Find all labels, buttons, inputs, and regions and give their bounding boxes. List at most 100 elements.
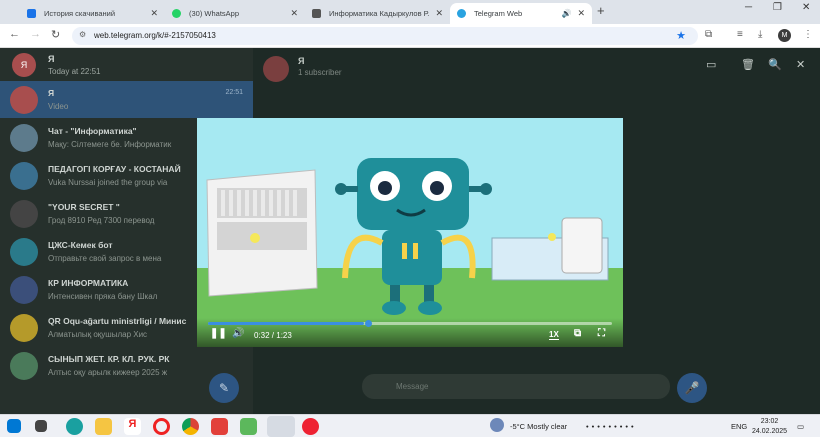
chat-name: QR Oqu-ağartu ministrligi / Минис [48,316,187,326]
video-time: 0:32 / 1:23 [254,331,292,340]
forward-icon[interactable]: → [30,28,41,40]
close-tab-icon[interactable]: ✕ [290,8,298,19]
chat-avatar [10,238,38,266]
mic-button[interactable]: 🎤 [677,373,707,403]
yandex-icon[interactable]: Я [124,418,141,435]
notifications-icon[interactable]: ▭ [797,422,804,431]
chat-preview: Video [48,102,69,111]
delete-icon[interactable]: 🗑 [741,58,755,71]
tab-whatsapp[interactable]: (30) WhatsApp ✕ [165,3,305,24]
chat-preview: Интенсивен пряка бану Шкал [48,292,158,301]
tab-title: (30) WhatsApp [189,9,240,18]
start-icon[interactable] [7,419,21,433]
chat-avatar [10,124,38,152]
chat-name: ЦЖС-Кемек бот [48,240,113,250]
chat-preview: Грод 8910 Ред 7300 перевод [48,216,155,225]
duration: 1:23 [276,331,292,340]
avatar: Я [12,53,36,77]
yandex-browser-icon[interactable] [302,418,319,435]
reload-icon[interactable]: ↻ [51,28,60,41]
chat-name: СЫНЫП ЖЕТ. КР. КЛ. РУК. РК [48,354,170,364]
message-placeholder: Message [396,382,429,391]
zoom-icon[interactable]: 🔍 [768,58,782,71]
minimize-button[interactable]: ─ [745,2,752,13]
language-indicator[interactable]: ENG [731,422,747,431]
tab-bar: История скачиваний ✕ (30) WhatsApp ✕ Инфор… [0,0,820,24]
chat-preview: Алматылық оқушылар Хис [48,330,148,339]
chat-avatar [10,86,38,114]
chat-title-avatar [263,56,289,82]
close-tab-icon[interactable]: ✕ [577,8,585,19]
windows-taskbar: Я -5°C Mostly clear ••••••••• ENG 23:02 2… [0,414,820,437]
tab-downloads[interactable]: История скачиваний ✕ [20,3,165,24]
close-window-button[interactable]: ✕ [802,2,810,13]
close-viewer-icon[interactable]: ✕ [796,58,805,71]
chat-preview: Vuka Nurssai joined the group via [48,178,168,187]
sender-name: Я [48,54,55,64]
close-tab-icon[interactable]: ✕ [150,8,158,19]
volume-icon[interactable]: 🔊 [232,328,244,339]
seek-handle[interactable] [365,320,372,327]
whatsapp-icon [172,9,181,18]
tab-title: Информатика Кадыркулов Р. [329,9,430,18]
tab-informatika[interactable]: Информатика Кадыркулов Р. ✕ [305,3,450,24]
file-explorer-icon[interactable] [95,418,112,435]
reading-list-icon[interactable]: ≡ [737,29,743,40]
app-green-icon[interactable] [240,418,257,435]
wps-icon[interactable] [211,418,228,435]
speed-button[interactable]: 1X [549,330,559,340]
tab-telegram[interactable]: Telegram Web 🔊 ✕ [450,3,592,24]
chat-time: 22:51 [225,89,243,96]
sent-time: Today at 22:51 [48,67,101,76]
weather-text[interactable]: -5°C Mostly clear [510,422,567,431]
video-frame[interactable] [197,118,623,347]
extensions-icon[interactable]: ⧉ [705,29,712,40]
chat-avatar [10,162,38,190]
new-tab-button[interactable]: + [597,3,605,18]
chat-list-item[interactable]: Я Video 22:51 [0,81,253,118]
video-progress [208,322,364,325]
audio-icon: 🔊 [561,9,572,18]
close-tab-icon[interactable]: ✕ [435,8,443,19]
chat-name: Я [48,88,55,98]
tab-title: История скачиваний [44,9,116,18]
fullscreen-icon[interactable]: ⛶ [598,328,605,339]
profile-avatar[interactable]: M [778,29,791,42]
tray-icons[interactable]: ••••••••• [586,422,637,431]
chrome-active-icon[interactable] [267,416,295,437]
bookmark-star-icon[interactable]: ★ [676,29,686,42]
chat-name: ПЕДАГОГІ КОРҒАУ - КОСТАНАЙ [48,164,181,174]
chrome-icon[interactable] [182,418,199,435]
clock[interactable]: 23:02 24.02.2025 [752,417,787,437]
comments-icon[interactable]: ▭ [706,58,716,71]
video-cartoon-scene [197,158,623,347]
chat-avatar [10,200,38,228]
edge-icon[interactable] [66,418,83,435]
chat-preview: Отправьте свой запрос в мена [48,254,162,263]
chat-preview: Алтыс оқу арылк кижеер 2025 ж [48,368,168,377]
chat-preview: Мақу: Сілтемеге бе. Информатик [48,140,172,149]
site-info-icon[interactable]: ⚙ [79,30,86,39]
back-icon[interactable]: ← [9,28,20,40]
video-seek-bar[interactable] [208,322,612,325]
omnibox[interactable]: ⚙ web.telegram.org/k/#-2157050413 ★ [72,27,698,45]
opera-icon[interactable] [153,418,170,435]
telegram-icon [457,9,466,18]
chat-title: Я [298,56,305,66]
message-input[interactable]: Message [362,374,670,399]
pause-icon[interactable]: ❚❚ [210,328,227,339]
menu-icon[interactable]: ⋮ [803,29,813,40]
tab-title: Telegram Web [474,9,523,18]
picture-in-picture-icon[interactable]: ⧉ [574,328,581,339]
chat-avatar [10,352,38,380]
chat-avatar [10,314,38,342]
sender-header: Я Я Today at 22:51 [0,48,253,81]
compose-button[interactable]: ✎ [209,373,239,403]
date-text: 24.02.2025 [752,428,788,435]
restore-button[interactable]: ❐ [773,2,782,13]
page-icon [312,9,321,18]
time-text: 23:02 [760,418,779,425]
downloads-icon[interactable]: ⤓ [758,29,762,40]
task-view-icon[interactable] [35,420,47,432]
chat-name: КР ИНФОРМАТИКА [48,278,129,288]
